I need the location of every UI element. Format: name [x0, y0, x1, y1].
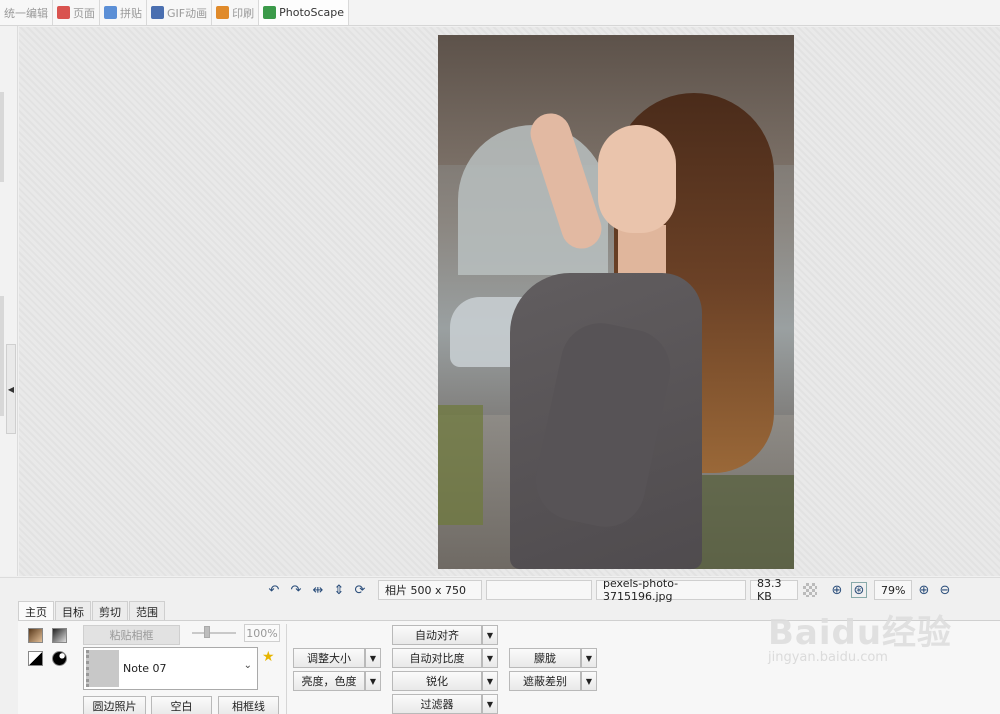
frame-select[interactable]: Note 07 ⌄ [83, 647, 258, 690]
page-icon [57, 6, 70, 19]
tab-object[interactable]: 目标 [55, 601, 91, 621]
star-icon[interactable]: ★ [262, 649, 275, 665]
left-mark [0, 92, 4, 182]
chevron-down-icon: ⌄ [243, 660, 252, 671]
filesize-readout: 83.3 KB [750, 577, 798, 603]
color-swatch-gray[interactable] [52, 628, 67, 643]
dropdown-arrow-icon: ▼ [369, 653, 377, 663]
brightness-dropdown[interactable]: ▼ [365, 671, 381, 691]
panel-divider [286, 624, 287, 714]
dropdown-arrow-icon: ▼ [486, 699, 494, 709]
auto-level-dropdown[interactable]: ▼ [482, 625, 498, 645]
tab-batch-editor-label: 统一编辑 [4, 6, 48, 20]
photoscape-icon [263, 6, 277, 19]
combine-icon [104, 6, 117, 19]
tab-home[interactable]: 主页 [18, 601, 54, 621]
dropdown-arrow-icon: ▼ [486, 630, 494, 640]
brightness-button[interactable]: 亮度，色度 [293, 671, 365, 691]
transparency-icon[interactable] [803, 583, 817, 597]
blur-button[interactable]: 朦胧 [509, 648, 581, 668]
blur-dropdown[interactable]: ▼ [581, 648, 597, 668]
zoom-actual-icon[interactable]: ⊛ [851, 582, 867, 598]
filter-dropdown[interactable]: ▼ [482, 694, 498, 714]
tab-batch-editor[interactable]: 统一编辑 [0, 0, 53, 25]
auto-level-button[interactable]: 自动对齐 [392, 625, 482, 645]
status-bar: ↶ ↷ ⇹ ⇕ ⟳ 相片 500 x 750 pexels-photo-3715… [0, 577, 1000, 603]
auto-contrast-button[interactable]: 自动对比度 [392, 648, 482, 668]
tab-print-label: 印刷 [232, 6, 255, 20]
chevron-left-icon: ◀ [7, 384, 15, 394]
flip-vertical-icon[interactable]: ⇕ [331, 582, 347, 598]
tab-photoscape-label: PhotoScape [279, 6, 345, 19]
left-mark [0, 296, 4, 416]
photo-grass [438, 405, 483, 525]
top-tab-bar: 统一编辑 页面 拼贴 GIF动画 印刷 PhotoScape [0, 0, 1000, 26]
status-empty-field [486, 580, 592, 600]
resize-dropdown[interactable]: ▼ [365, 648, 381, 668]
backlight-button[interactable]: 遮蔽差别 [509, 671, 581, 691]
zoom-readout: 79% [874, 580, 912, 600]
zoom-fit-icon[interactable]: ⊕ [829, 582, 845, 598]
round-photo-button[interactable]: 圆边照片 [83, 696, 146, 714]
round-swatch[interactable] [52, 651, 67, 666]
zoom-out-icon[interactable]: ⊖ [937, 582, 953, 598]
opacity-value: 100% [244, 624, 280, 642]
filter-button[interactable]: 过滤器 [392, 694, 482, 714]
frame-line-button[interactable]: 相框线 [218, 696, 279, 714]
frame-name: Note 07 [123, 662, 167, 675]
tab-page[interactable]: 页面 [53, 0, 100, 25]
filename-readout: pexels-photo-3715196.jpg [596, 577, 746, 603]
backlight-dropdown[interactable]: ▼ [581, 671, 597, 691]
print-icon [216, 6, 230, 19]
tab-page-label: 页面 [73, 6, 95, 20]
rotate-right-icon[interactable]: ↷ [288, 582, 304, 598]
dropdown-arrow-icon: ▼ [486, 676, 494, 686]
tab-print[interactable]: 印刷 [212, 0, 260, 25]
frame-thumbnail [86, 650, 119, 687]
photo-face [598, 125, 676, 233]
tab-photoscape[interactable]: PhotoScape [259, 0, 350, 25]
dropdown-arrow-icon: ▼ [369, 676, 377, 686]
zoom-in-icon[interactable]: ⊕ [916, 582, 932, 598]
tab-gif-label: GIF动画 [167, 6, 208, 20]
tab-combine[interactable]: 拼贴 [100, 0, 147, 25]
auto-contrast-dropdown[interactable]: ▼ [482, 648, 498, 668]
photo-size-readout: 相片 500 x 750 [378, 580, 482, 600]
dropdown-arrow-icon: ▼ [585, 653, 593, 663]
left-panel-strip [0, 26, 18, 576]
resize-button[interactable]: 调整大小 [293, 648, 365, 668]
gif-icon [151, 6, 164, 19]
photo-image [438, 35, 794, 569]
color-swatch-brown[interactable] [28, 628, 43, 643]
opacity-slider-thumb[interactable] [204, 626, 210, 638]
sharpen-dropdown[interactable]: ▼ [482, 671, 498, 691]
panel-tabs: 主页 目标 剪切 范围 [18, 601, 166, 621]
paste-frame-button[interactable]: 粘贴相框 [83, 625, 180, 645]
opacity-slider-track[interactable] [192, 632, 236, 634]
rotate-left-icon[interactable]: ↶ [266, 582, 282, 598]
tab-region[interactable]: 范围 [129, 601, 165, 621]
blank-button[interactable]: 空白 [151, 696, 212, 714]
tab-combine-label: 拼贴 [120, 6, 142, 20]
bw-swatch[interactable] [28, 651, 43, 666]
flip-horizontal-icon[interactable]: ⇹ [310, 582, 326, 598]
panel-collapse-handle[interactable]: ◀ [6, 344, 16, 434]
tab-gif[interactable]: GIF动画 [147, 0, 213, 25]
tab-crop[interactable]: 剪切 [92, 601, 128, 621]
sharpen-button[interactable]: 锐化 [392, 671, 482, 691]
dropdown-arrow-icon: ▼ [585, 676, 593, 686]
refresh-icon[interactable]: ⟳ [352, 582, 368, 598]
dropdown-arrow-icon: ▼ [486, 653, 494, 663]
